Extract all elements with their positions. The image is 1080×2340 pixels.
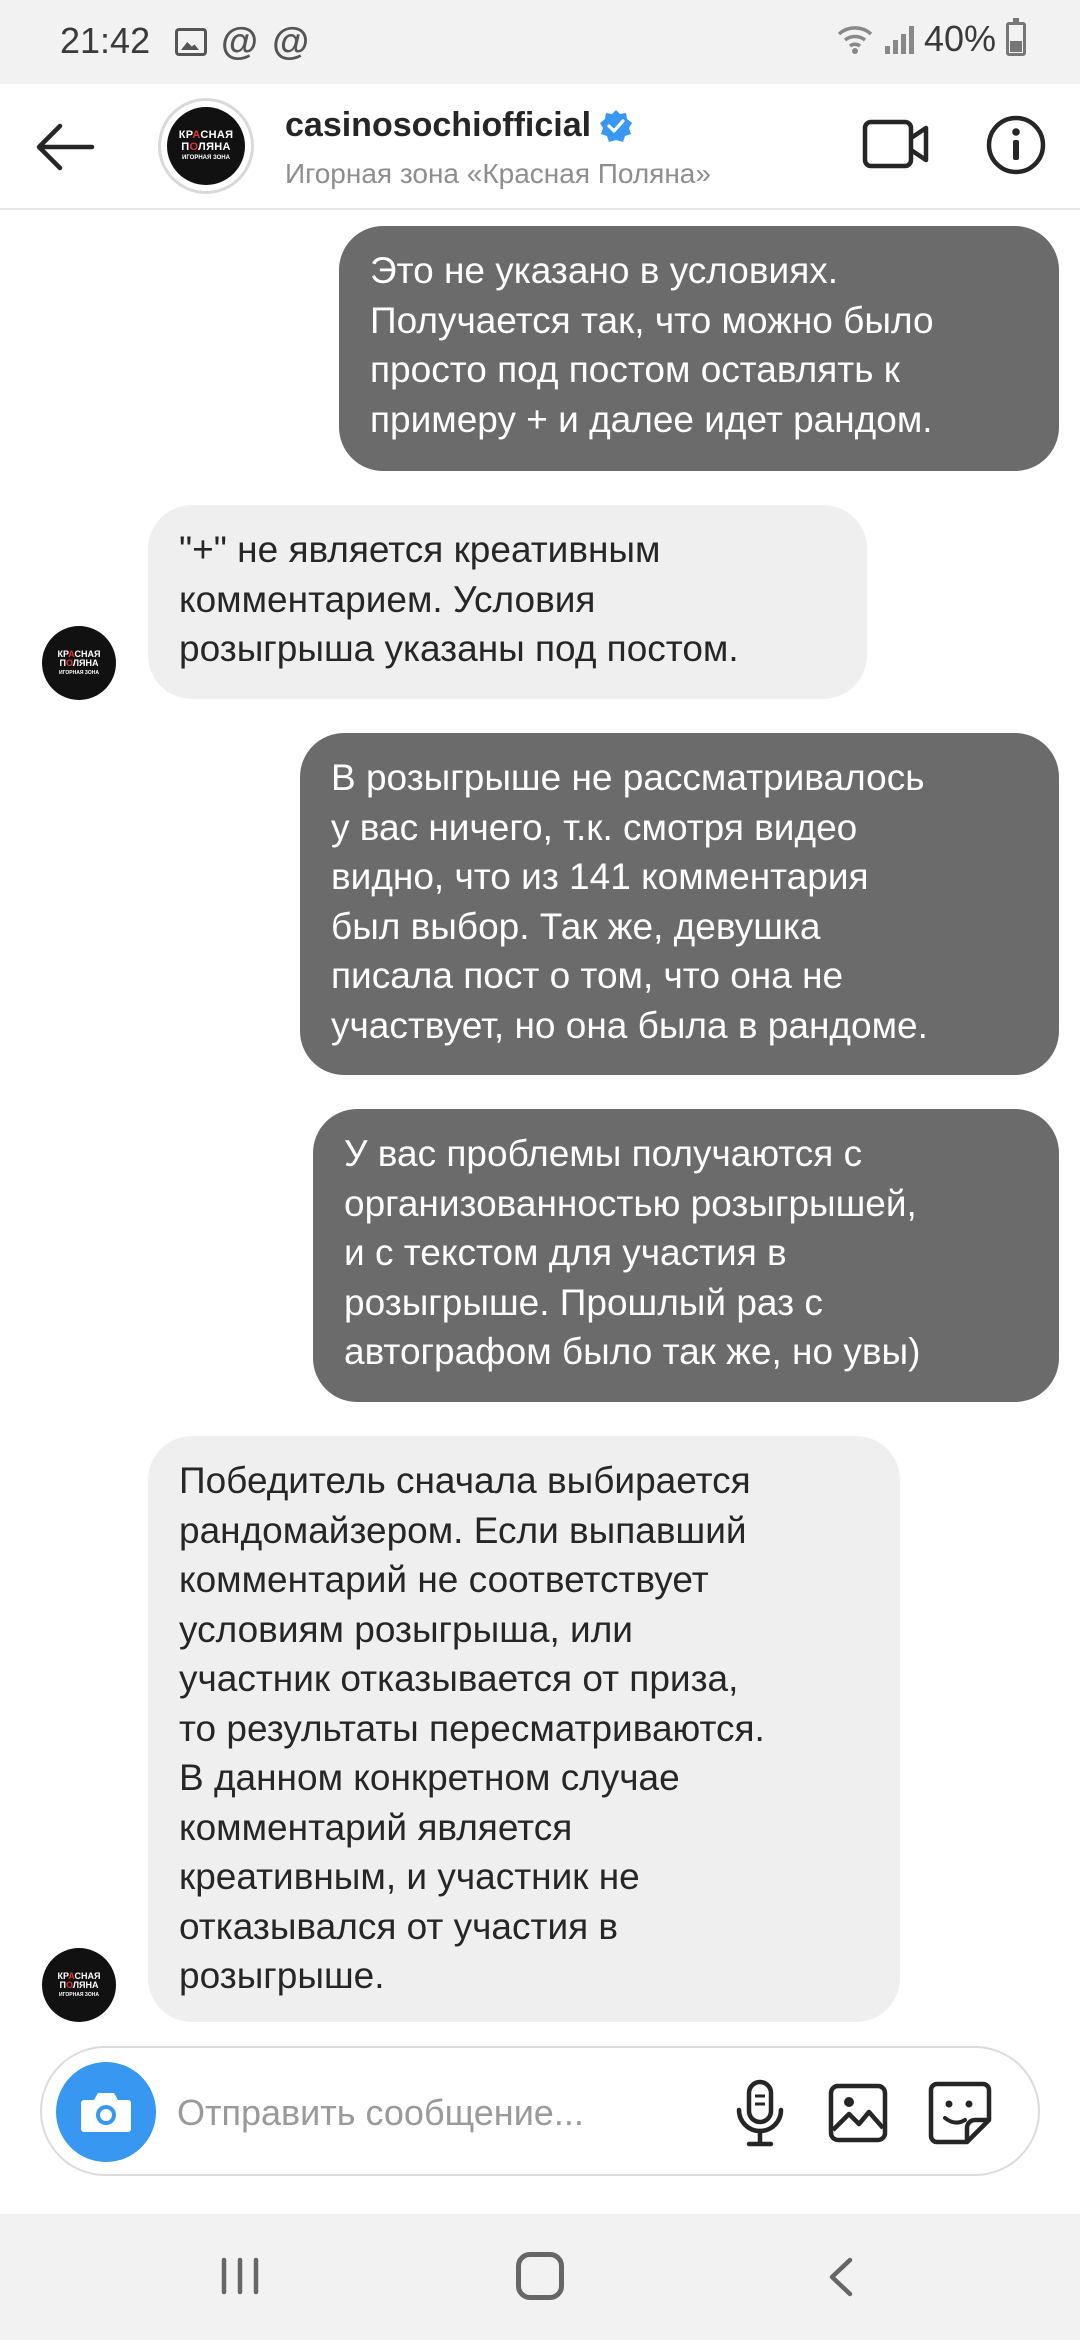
system-navigation-bar [0, 2214, 1080, 2340]
gallery-icon[interactable] [827, 2082, 889, 2144]
message-bubble-incoming[interactable]: "+" не является креативным комментарием.… [148, 505, 867, 699]
message-input[interactable] [177, 2086, 717, 2140]
sender-avatar[interactable]: КРАСНАЯ ПОЛЯНА ИГОРНАЯ ЗОНА [42, 626, 116, 700]
message-composer [40, 2046, 1040, 2176]
notification-icons: @ @ [175, 22, 309, 62]
back-nav-icon[interactable] [820, 2254, 866, 2300]
profile-name[interactable]: casinosochiofficial [285, 106, 633, 145]
message-bubble-outgoing[interactable]: У вас проблемы получаются с организованн… [313, 1109, 1059, 1402]
camera-icon [81, 2093, 131, 2132]
battery-icon [1006, 18, 1026, 56]
sender-avatar[interactable]: КРАСНАЯ ПОЛЯНА ИГОРНАЯ ЗОНА [42, 1948, 116, 2022]
camera-button[interactable] [56, 2062, 156, 2162]
at-icon: @ [272, 21, 310, 63]
back-arrow-icon[interactable] [30, 112, 100, 182]
message-bubble-incoming[interactable]: Победитель сначала выбирается рандомайзе… [148, 1436, 900, 2022]
video-call-icon[interactable] [862, 114, 930, 174]
wifi-icon [837, 26, 873, 54]
profile-subtitle: Игорная зона «Красная Поляна» [285, 158, 711, 189]
recent-apps-icon[interactable] [218, 2256, 262, 2296]
verified-badge-icon [600, 109, 633, 142]
home-icon[interactable] [516, 2252, 564, 2300]
status-bar: 21:42 @ @ 40% [0, 0, 1080, 84]
microphone-icon[interactable] [727, 2078, 793, 2148]
message-bubble-outgoing[interactable]: Это не указано в условиях. Получается та… [339, 226, 1059, 471]
image-icon [175, 28, 207, 56]
chat-header: КРАСНАЯ ПОЛЯНА ИГОРНАЯ ЗОНА casinosochio… [0, 84, 1080, 210]
sticker-icon[interactable] [927, 2080, 993, 2146]
battery-percent: 40% [923, 18, 996, 59]
info-icon[interactable] [985, 114, 1047, 176]
profile-avatar[interactable]: КРАСНАЯ ПОЛЯНА ИГОРНАЯ ЗОНА [158, 98, 254, 194]
status-time: 21:42 [60, 20, 151, 61]
system-status: 40% [835, 18, 1026, 60]
signal-icon [884, 24, 914, 54]
username: casinosochiofficial [285, 106, 592, 144]
message-bubble-outgoing[interactable]: В розыгрыше не рассматривалось у вас нич… [300, 733, 1059, 1075]
brand-logo: КРАСНАЯ ПОЛЯНА ИГОРНАЯ ЗОНА [167, 107, 245, 185]
at-icon: @ [221, 21, 259, 63]
